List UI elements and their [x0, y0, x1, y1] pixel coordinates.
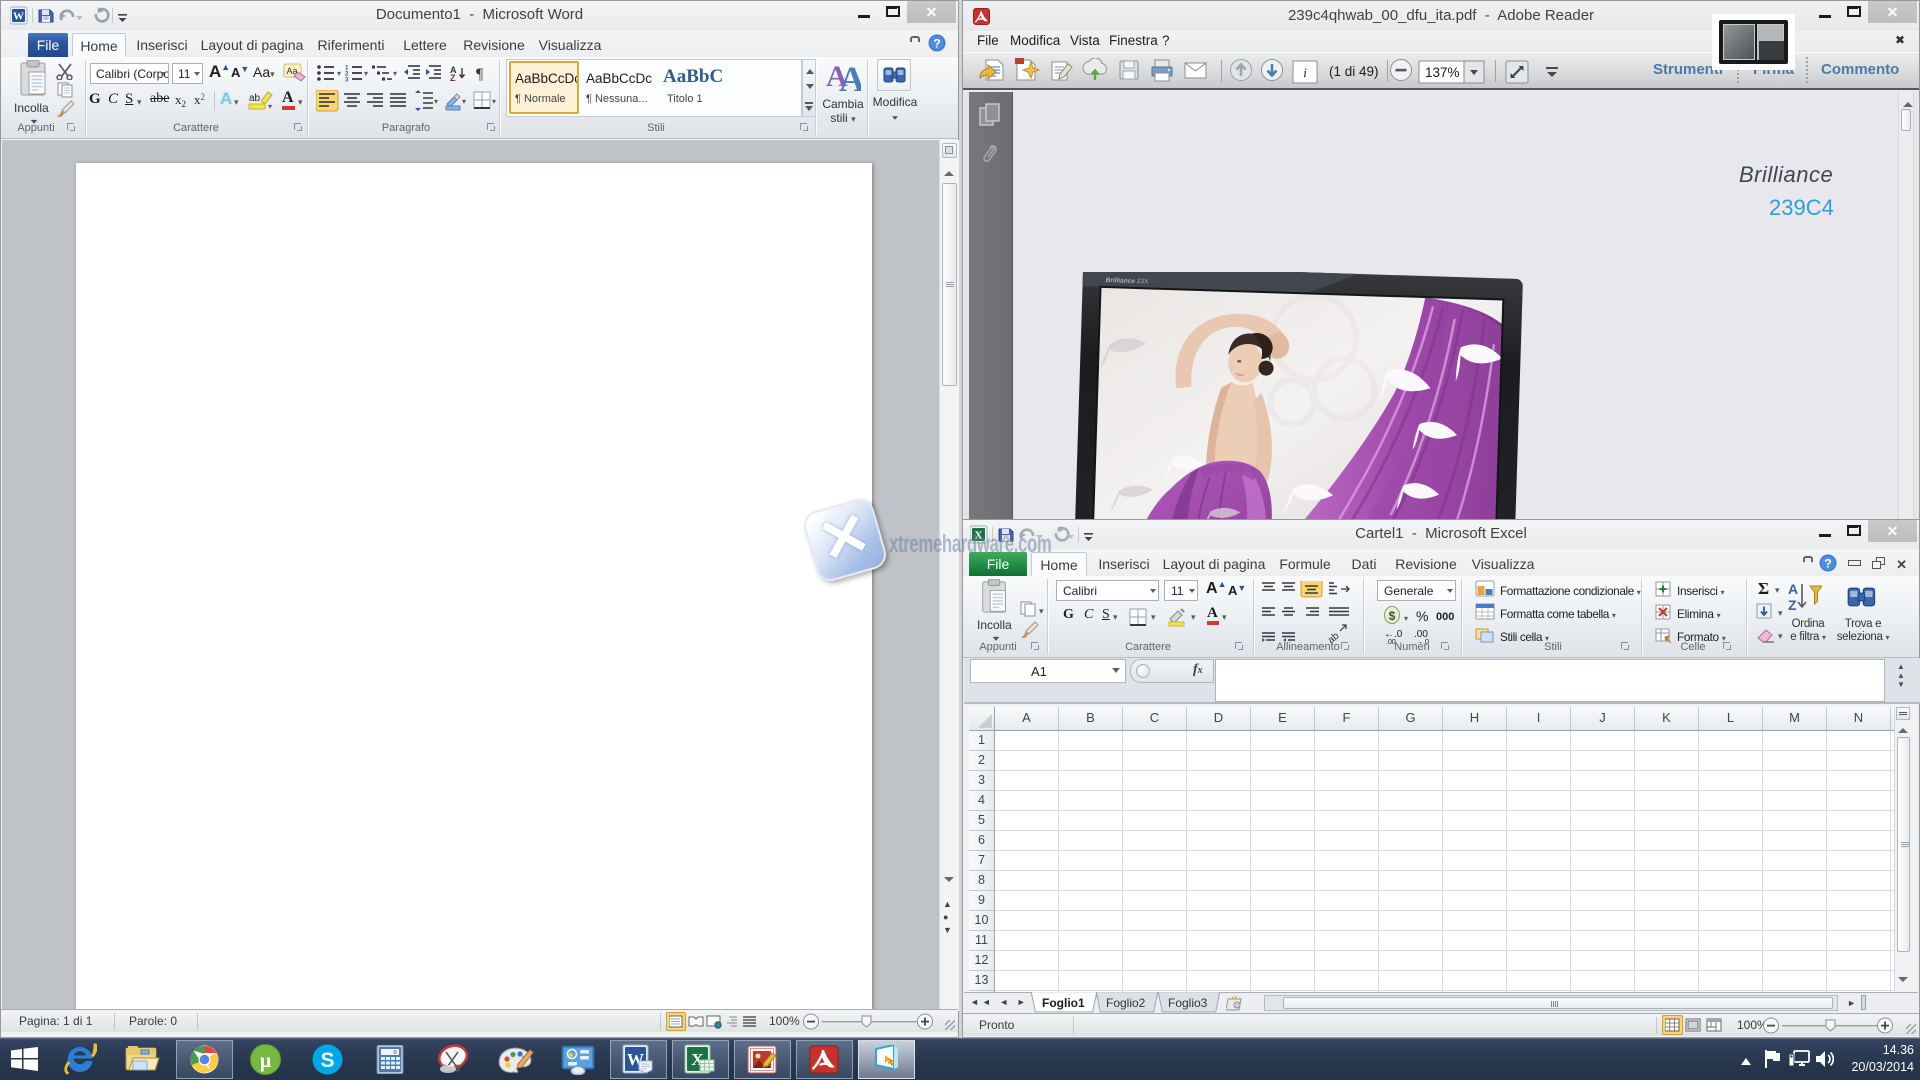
svg-text:(1 di 49): (1 di 49): [1329, 64, 1379, 79]
svg-text:▾: ▾: [393, 69, 397, 78]
svg-text:i: i: [1303, 65, 1307, 80]
svg-text:%: %: [1416, 608, 1428, 624]
svg-text:▾: ▾: [364, 69, 368, 78]
svg-text:$: $: [1389, 609, 1396, 623]
svg-text:0: 0: [393, 1050, 396, 1056]
svg-text:A: A: [1788, 581, 1798, 597]
svg-text:▾: ▾: [337, 69, 341, 78]
svg-text:▾: ▾: [268, 102, 272, 111]
svg-text:¶: ¶: [476, 66, 484, 82]
svg-text:A: A: [839, 60, 861, 94]
svg-text:▾: ▾: [462, 97, 466, 106]
svg-text:S: S: [320, 1049, 334, 1072]
svg-text:▾: ▾: [1404, 614, 1408, 623]
svg-text:?: ?: [1824, 557, 1831, 571]
svg-text:µ: µ: [260, 1050, 272, 1072]
svg-text:▾: ▾: [434, 97, 438, 106]
svg-text:000: 000: [1436, 611, 1454, 623]
svg-text:▾: ▾: [492, 97, 496, 106]
svg-text:3: 3: [345, 78, 349, 83]
svg-text:Z: Z: [1788, 597, 1797, 613]
svg-text:Brilliance 23X: Brilliance 23X: [1106, 277, 1150, 285]
svg-text:?: ?: [933, 37, 940, 51]
svg-text:Z: Z: [450, 73, 456, 82]
svg-text:ab: ab: [249, 93, 261, 104]
svg-text:137%: 137%: [1425, 65, 1460, 80]
